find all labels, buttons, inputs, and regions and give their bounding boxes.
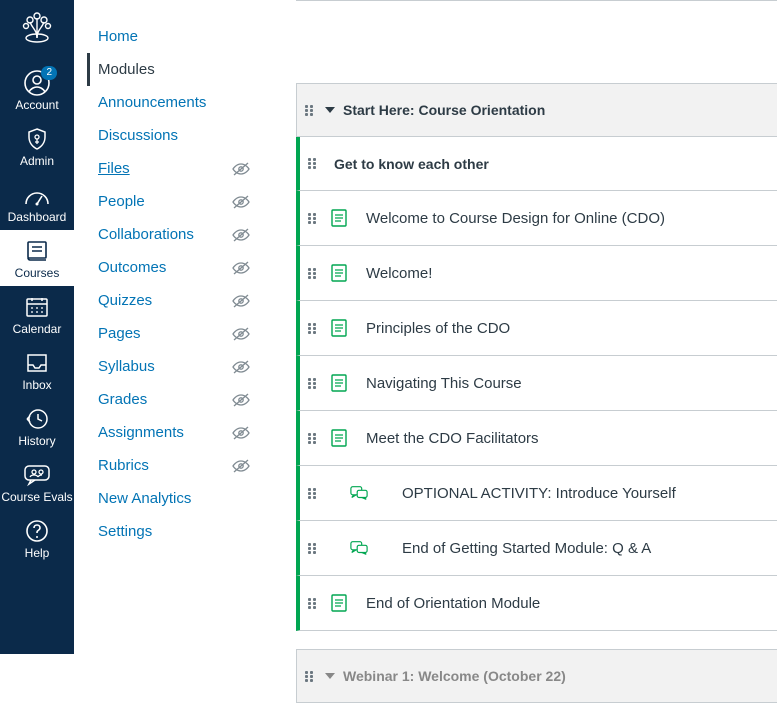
page-icon — [330, 263, 348, 283]
hidden-eye-icon — [232, 360, 250, 374]
module-subheader[interactable]: Get to know each other — [296, 137, 777, 191]
item-title: Navigating This Course — [348, 375, 522, 392]
course-nav-assignments[interactable]: Assignments — [98, 416, 250, 449]
drag-handle-icon[interactable] — [305, 671, 315, 682]
course-nav-new-analytics[interactable]: New Analytics — [98, 482, 250, 515]
module-title: Webinar 1: Welcome (October 22) — [343, 668, 566, 684]
module-item[interactable]: Meet the CDO Facilitators — [296, 411, 777, 466]
drag-handle-icon[interactable] — [308, 433, 318, 444]
nav-account[interactable]: 2 Account — [0, 62, 74, 118]
discussion-icon — [350, 483, 368, 503]
item-title: Welcome to Course Design for Online (CDO… — [348, 210, 665, 227]
course-nav-syllabus[interactable]: Syllabus — [98, 350, 250, 383]
item-title: Meet the CDO Facilitators — [348, 430, 539, 447]
nav-calendar[interactable]: Calendar — [0, 286, 74, 342]
course-nav: Home Modules Announcements Discussions F… — [74, 0, 262, 654]
course-nav-rubrics[interactable]: Rubrics — [98, 449, 250, 482]
drag-handle-icon[interactable] — [305, 105, 315, 116]
gauge-icon — [24, 184, 50, 206]
hidden-eye-icon — [232, 426, 250, 440]
global-nav: 2 Account Admin Dashboard Courses Calend… — [0, 0, 74, 654]
clock-history-icon — [25, 407, 49, 431]
hidden-eye-icon — [232, 294, 250, 308]
module-item[interactable]: End of Getting Started Module: Q & A — [296, 521, 777, 576]
inbox-icon — [25, 352, 49, 374]
page-icon — [330, 208, 348, 228]
collapse-caret-icon[interactable] — [325, 107, 335, 113]
module-item[interactable]: Principles of the CDO — [296, 301, 777, 356]
module-item[interactable]: Welcome! — [296, 246, 777, 301]
nav-courses[interactable]: Courses — [0, 230, 74, 286]
drag-handle-icon[interactable] — [308, 268, 318, 279]
hidden-eye-icon — [232, 162, 250, 176]
page-icon — [330, 428, 348, 448]
course-nav-outcomes[interactable]: Outcomes — [98, 251, 250, 284]
nav-dashboard[interactable]: Dashboard — [0, 174, 74, 230]
people-chat-icon — [23, 463, 51, 487]
item-title: End of Orientation Module — [348, 595, 540, 612]
course-nav-modules[interactable]: Modules — [87, 53, 250, 86]
item-title: Welcome! — [348, 265, 432, 282]
course-nav-announcements[interactable]: Announcements — [98, 86, 250, 119]
drag-handle-icon[interactable] — [308, 158, 318, 169]
item-title: OPTIONAL ACTIVITY: Introduce Yourself — [368, 485, 676, 502]
course-nav-settings[interactable]: Settings — [98, 515, 250, 548]
hidden-eye-icon — [232, 261, 250, 275]
item-title: End of Getting Started Module: Q & A — [368, 540, 651, 557]
subheader-title: Get to know each other — [328, 156, 489, 172]
item-title: Principles of the CDO — [348, 320, 510, 337]
course-nav-people[interactable]: People — [98, 185, 250, 218]
drag-handle-icon[interactable] — [308, 213, 318, 224]
modules-main: Start Here: Course Orientation Get to kn… — [296, 0, 777, 654]
institution-logo[interactable] — [14, 6, 60, 52]
module-header-next[interactable]: Webinar 1: Welcome (October 22) — [296, 649, 777, 703]
shield-key-icon — [25, 127, 49, 151]
nav-help[interactable]: Help — [0, 510, 74, 566]
module-item[interactable]: OPTIONAL ACTIVITY: Introduce Yourself — [296, 466, 777, 521]
course-nav-discussions[interactable]: Discussions — [98, 119, 250, 152]
nav-inbox[interactable]: Inbox — [0, 342, 74, 398]
page-icon — [330, 373, 348, 393]
course-nav-collaborations[interactable]: Collaborations — [98, 218, 250, 251]
module-item[interactable]: Navigating This Course — [296, 356, 777, 411]
drag-handle-icon[interactable] — [308, 488, 318, 499]
hidden-eye-icon — [232, 393, 250, 407]
discussion-icon — [350, 538, 368, 558]
hidden-eye-icon — [232, 195, 250, 209]
calendar-icon — [25, 296, 49, 318]
course-nav-grades[interactable]: Grades — [98, 383, 250, 416]
module-item[interactable]: End of Orientation Module — [296, 576, 777, 631]
nav-history[interactable]: History — [0, 398, 74, 454]
nav-admin[interactable]: Admin — [0, 118, 74, 174]
hidden-eye-icon — [232, 228, 250, 242]
nav-course-evals[interactable]: Course Evals — [0, 454, 74, 510]
hidden-eye-icon — [232, 459, 250, 473]
module-title: Start Here: Course Orientation — [343, 102, 545, 118]
course-nav-pages[interactable]: Pages — [98, 317, 250, 350]
account-badge: 2 — [41, 66, 57, 80]
book-icon — [25, 240, 49, 262]
drag-handle-icon[interactable] — [308, 323, 318, 334]
course-nav-home[interactable]: Home — [98, 20, 250, 53]
drag-handle-icon[interactable] — [308, 598, 318, 609]
module-item[interactable]: Welcome to Course Design for Online (CDO… — [296, 191, 777, 246]
page-icon — [330, 318, 348, 338]
collapse-caret-icon[interactable] — [325, 673, 335, 679]
course-nav-files[interactable]: Files — [98, 152, 250, 185]
drag-handle-icon[interactable] — [308, 378, 318, 389]
hidden-eye-icon — [232, 327, 250, 341]
course-nav-quizzes[interactable]: Quizzes — [98, 284, 250, 317]
drag-handle-icon[interactable] — [308, 543, 318, 554]
help-circle-icon — [25, 519, 49, 543]
module-header[interactable]: Start Here: Course Orientation — [296, 83, 777, 137]
page-icon — [330, 593, 348, 613]
